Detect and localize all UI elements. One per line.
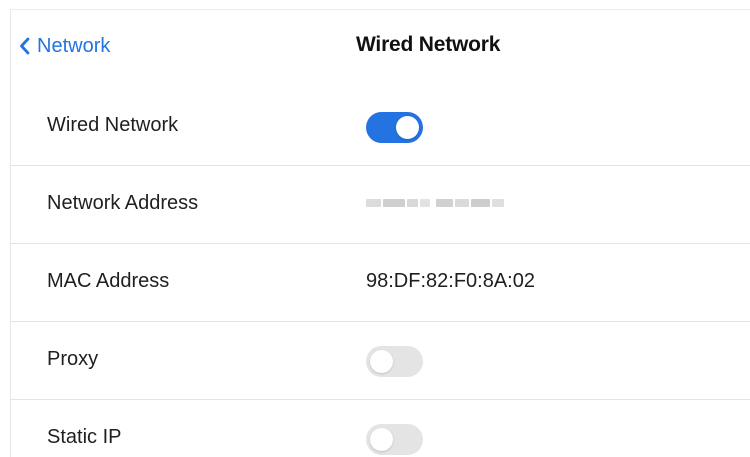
back-button-label: Network (37, 34, 111, 57)
setting-label: Network Address (47, 192, 199, 214)
setting-row-mac-address: MAC Address 98:DF:82:F0:8A:02 (11, 244, 750, 322)
setting-row-static-ip: Static IP (11, 400, 750, 457)
setting-label: Wired Network (47, 114, 179, 136)
setting-label: MAC Address (47, 270, 170, 292)
proxy-toggle[interactable] (366, 346, 423, 377)
setting-row-proxy: Proxy (11, 322, 750, 400)
chevron-left-icon (19, 37, 30, 55)
settings-list: Wired Network Network Address MAC Addres… (11, 88, 750, 457)
toggle-knob (370, 350, 393, 373)
setting-row-wired-network: Wired Network (11, 88, 750, 166)
wired-network-toggle[interactable] (366, 112, 423, 143)
toggle-knob (370, 428, 393, 451)
network-address-redacted (366, 195, 506, 211)
mac-address-value: 98:DF:82:F0:8A:02 (366, 270, 535, 292)
static-ip-toggle[interactable] (366, 424, 423, 455)
wired-network-settings-screen: Network Wired Network Wired Network Netw… (0, 0, 750, 457)
page-title: Wired Network (356, 33, 501, 56)
setting-label: Proxy (47, 348, 99, 370)
setting-row-network-address: Network Address (11, 166, 750, 244)
back-button[interactable]: Network (19, 33, 110, 59)
navigation-header: Network Wired Network (0, 10, 750, 82)
toggle-knob (396, 116, 419, 139)
setting-label: Static IP (47, 426, 122, 448)
